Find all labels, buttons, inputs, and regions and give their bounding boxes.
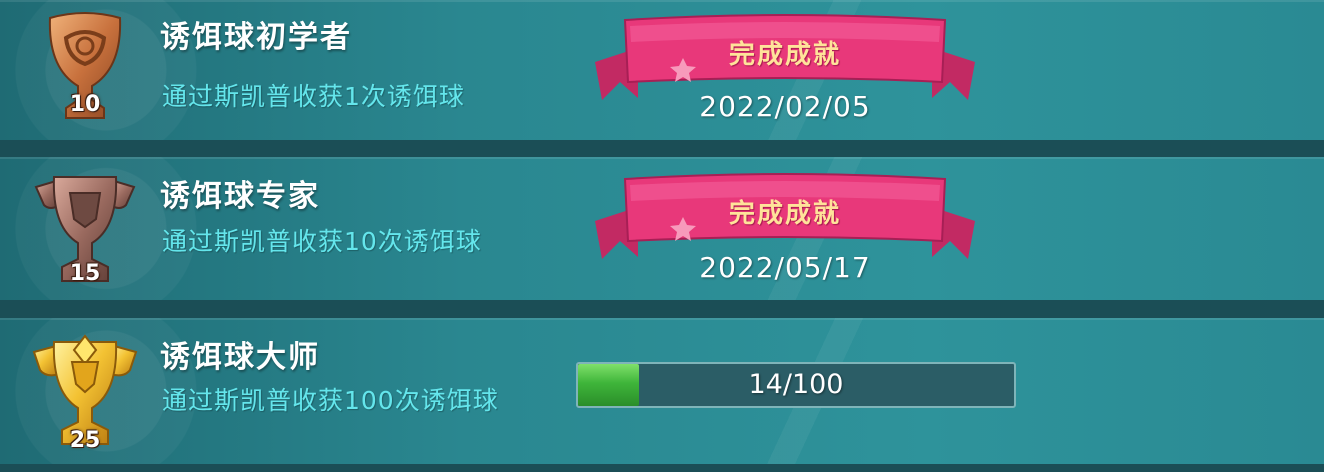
achievement-row[interactable]: 10 诱饵球初学者 通过斯凯普收获1次诱饵球 完成成就 2022/02/05: [0, 0, 1324, 140]
points-value: 15: [69, 261, 101, 286]
completion-date: 2022/02/05: [699, 90, 871, 123]
bronze-trophy-icon: 10: [30, 8, 140, 138]
achievement-row[interactable]: 25 诱饵球大师 通过斯凯普收获100次诱饵球 14/100: [0, 318, 1324, 464]
status-label: 完成成就: [728, 40, 841, 70]
achievement-row[interactable]: 15 诱饵球专家 通过斯凯普收获10次诱饵球 完成成就 2022/05/17: [0, 157, 1324, 300]
achievement-title: 诱饵球大师: [160, 340, 320, 375]
achievement-title: 诱饵球专家: [160, 179, 320, 214]
row-separator: [0, 300, 1324, 318]
status-label: 完成成就: [728, 199, 841, 229]
achievement-title: 诱饵球初学者: [160, 20, 352, 55]
completion-date: 2022/05/17: [699, 251, 871, 284]
progress-bar: 14/100: [576, 362, 1016, 408]
ribbon-banner-icon: 完成成就: [590, 171, 980, 261]
points-value: 10: [69, 92, 101, 117]
achievement-description: 通过斯凯普收获1次诱饵球: [162, 82, 465, 111]
gold-trophy-icon: 25: [30, 334, 140, 464]
achievement-description: 通过斯凯普收获10次诱饵球: [162, 227, 482, 256]
row-separator: [0, 140, 1324, 157]
points-value: 25: [69, 428, 101, 453]
ribbon-banner-icon: 完成成就: [590, 12, 980, 102]
achievement-description: 通过斯凯普收获100次诱饵球: [162, 386, 499, 415]
silver-trophy-icon: 15: [30, 171, 140, 300]
row-separator: [0, 464, 1324, 472]
progress-text: 14/100: [748, 369, 844, 400]
